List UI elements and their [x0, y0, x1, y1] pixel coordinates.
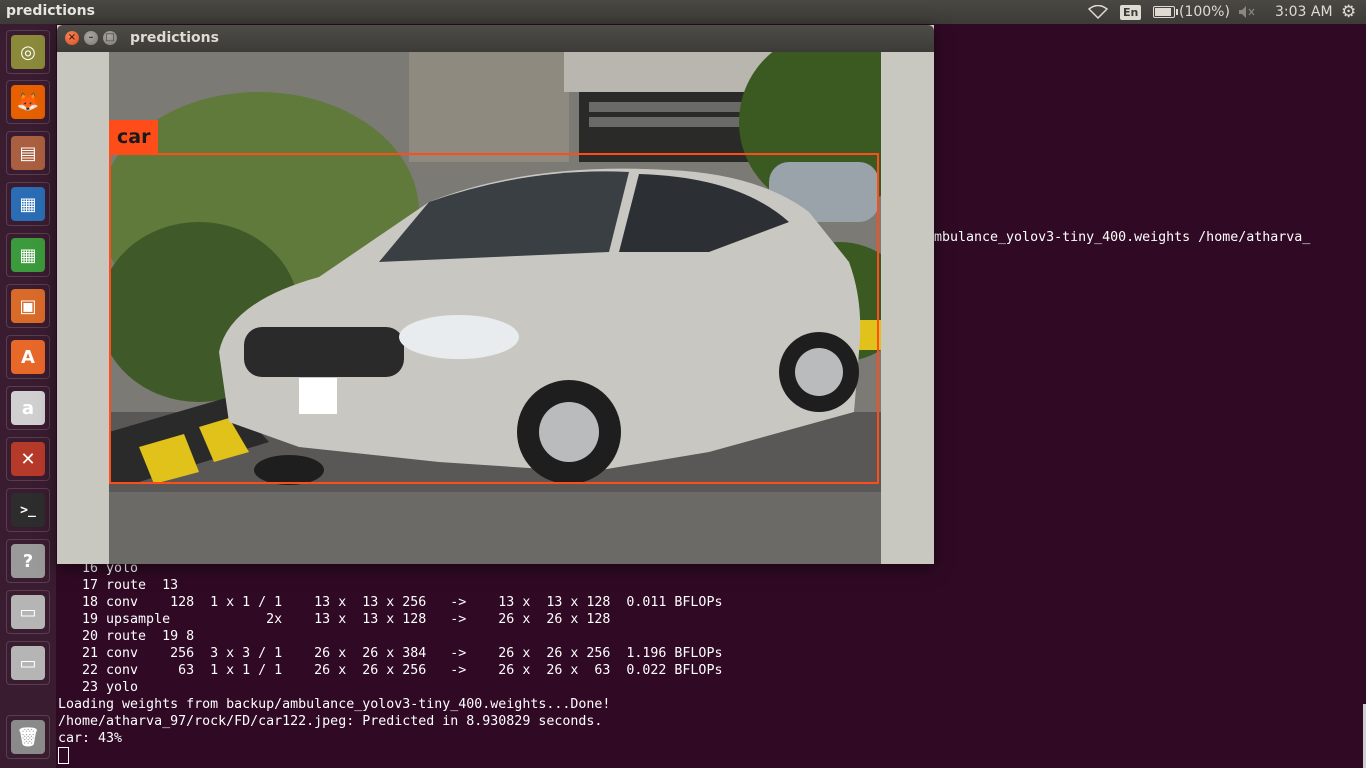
launcher-item-libreoffice-writer[interactable]: ▦: [6, 182, 50, 226]
launcher-item-files[interactable]: ▤: [6, 131, 50, 175]
terminal-line: 22 conv 63 1 x 1 / 1 26 x 26 x 256 -> 26…: [82, 663, 723, 678]
launcher-item-firefox[interactable]: 🦊: [6, 80, 50, 124]
wifi-icon[interactable]: [1088, 0, 1108, 24]
prediction-image: car: [109, 52, 881, 564]
launcher-item-drive-1[interactable]: ▭: [6, 590, 50, 634]
active-app-title: predictions: [6, 3, 95, 19]
launcher-item-help[interactable]: ?: [6, 539, 50, 583]
ubuntu-logo-icon: ◎: [11, 35, 45, 69]
launcher-item-ubuntu-software[interactable]: A: [6, 335, 50, 379]
calc-spreadsheet-icon: ▦: [11, 238, 45, 272]
impress-presentation-icon: ▣: [11, 289, 45, 323]
launcher-item-libreoffice-calc[interactable]: ▦: [6, 233, 50, 277]
launcher-item-system-settings[interactable]: ✕: [6, 437, 50, 481]
terminal-line: Loading weights from backup/ambulance_yo…: [58, 697, 611, 712]
help-question-icon: ?: [11, 544, 45, 578]
terminal-line: 18 conv 128 1 x 1 / 1 13 x 13 x 256 -> 1…: [82, 595, 723, 610]
terminal-line: 20 route 19 8: [82, 629, 195, 644]
window-title: predictions: [130, 30, 219, 46]
launcher-item-terminal[interactable]: >_: [6, 488, 50, 532]
terminal-cursor: [58, 747, 69, 764]
amazon-icon: a: [11, 391, 45, 425]
terminal-line: 19 upsample 2x 13 x 13 x 128 -> 26 x 26 …: [82, 612, 611, 627]
window-titlebar[interactable]: × – □ predictions: [57, 25, 934, 52]
close-button[interactable]: ×: [65, 31, 79, 45]
file-cabinet-icon: ▤: [11, 136, 45, 170]
settings-tools-icon: ✕: [11, 442, 45, 476]
writer-document-icon: ▦: [11, 187, 45, 221]
top-panel: predictions En (100%) 3:03 AM ⚙: [0, 0, 1366, 24]
software-bag-icon: A: [11, 340, 45, 374]
terminal-line: 21 conv 256 3 x 3 / 1 26 x 26 x 384 -> 2…: [82, 646, 723, 661]
hard-drive-icon: ▭: [11, 595, 45, 629]
hard-drive-icon: ▭: [11, 646, 45, 680]
trash-icon: 🗑: [11, 720, 45, 754]
launcher-item-trash[interactable]: 🗑: [6, 715, 50, 759]
terminal-line: /home/atharva_97/rock/FD/car122.jpeg: Pr…: [58, 714, 603, 729]
battery-percent: (100%): [1179, 4, 1230, 20]
minimize-button[interactable]: –: [84, 31, 98, 45]
maximize-button[interactable]: □: [103, 31, 117, 45]
terminal-icon: >_: [11, 493, 45, 527]
launcher-item-ubuntu-dash[interactable]: ◎: [6, 30, 50, 74]
clock[interactable]: 3:03 AM: [1275, 0, 1333, 24]
terminal-line: 17 route 13: [82, 578, 179, 593]
launcher-item-amazon[interactable]: a: [6, 386, 50, 430]
launcher: ◎ 🦊 ▤ ▦ ▦ ▣ Aa ✕ >_? ▭ ▭ 🗑: [0, 24, 56, 768]
keyboard-lang-indicator[interactable]: En: [1120, 0, 1142, 24]
detection-label: car: [109, 120, 159, 154]
firefox-icon: 🦊: [11, 85, 45, 119]
terminal-line: 23 yolo: [82, 680, 139, 695]
settings-gear-icon[interactable]: ⚙: [1341, 0, 1356, 24]
launcher-item-drive-2[interactable]: ▭: [6, 641, 50, 685]
launcher-item-libreoffice-impress[interactable]: ▣: [6, 284, 50, 328]
terminal-command-fragment: mbulance_yolov3-tiny_400.weights /home/a…: [934, 230, 1311, 245]
volume-muted-icon[interactable]: [1238, 0, 1256, 24]
battery-icon: [1153, 6, 1178, 18]
predictions-window: × – □ predictions car: [57, 25, 934, 564]
terminal-line: car: 43%: [58, 731, 123, 746]
detection-bounding-box: [109, 153, 879, 484]
battery-indicator[interactable]: (100%): [1153, 0, 1230, 24]
terminal-output[interactable]: 16 yolo 17 route 13 18 conv 128 1 x 1 / …: [58, 560, 1358, 766]
